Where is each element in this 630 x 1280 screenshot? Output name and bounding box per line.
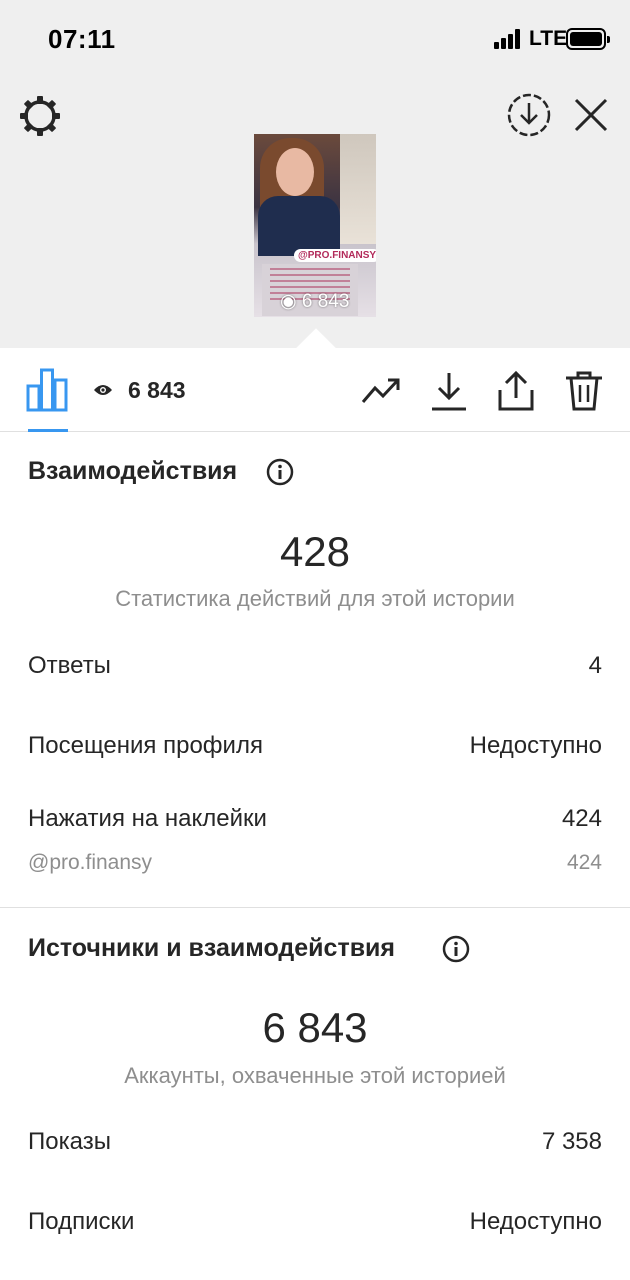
discovery-title: Источники и взаимодействия (28, 934, 395, 963)
status-time: 07:11 (48, 24, 116, 55)
battery-icon (566, 28, 606, 50)
promote-trend-icon[interactable] (360, 370, 402, 412)
eye-icon (93, 383, 113, 397)
profile-visits-value: Недоступно (470, 732, 602, 760)
reach-subtitle: Аккаунты, охваченные этой историей (0, 1063, 630, 1089)
story-preview-area: 07:11 LTE (0, 0, 630, 348)
impressions-label: Показы (28, 1128, 111, 1156)
interactions-title: Взаимодействия (28, 457, 237, 486)
trash-icon[interactable] (563, 370, 605, 412)
interactions-total: 428 (0, 528, 630, 576)
sticker-taps-label: Нажатия на наклейки (28, 805, 267, 833)
status-bar: 07:11 LTE (0, 0, 630, 80)
info-icon[interactable] (266, 458, 294, 486)
info-icon[interactable] (442, 935, 470, 963)
replies-value: 4 (589, 652, 602, 680)
follows-label: Подписки (28, 1208, 134, 1236)
section-divider (0, 907, 630, 908)
replies-label: Ответы (28, 652, 111, 680)
save-download-icon[interactable] (506, 92, 552, 138)
interactions-subtitle: Статистика действий для этой истории (0, 586, 630, 612)
network-label: LTE (529, 27, 567, 51)
profile-visits-label: Посещения профиля (28, 732, 263, 760)
bar-chart-icon[interactable] (26, 368, 68, 412)
story-toolbar: 6 843 (0, 348, 630, 432)
close-icon[interactable] (570, 94, 612, 136)
download-icon[interactable] (428, 370, 470, 412)
story-view-count: ◉ 6 843 (280, 290, 349, 313)
share-icon[interactable] (495, 370, 537, 412)
sticker-mention-value: 424 (567, 851, 602, 875)
sticker-mention-label[interactable]: @pro.finansy (28, 851, 152, 875)
follows-value: Недоступно (470, 1208, 602, 1236)
reach-total: 6 843 (0, 1004, 630, 1052)
impressions-value: 7 358 (542, 1128, 602, 1156)
active-tab-indicator (28, 429, 68, 432)
views-count: 6 843 (128, 377, 186, 404)
settings-gear-icon[interactable] (18, 94, 62, 138)
signal-icon (494, 29, 522, 49)
story-sticker-tag: @PRO.FINANSY (294, 249, 376, 262)
story-thumbnail[interactable]: @PRO.FINANSY ◉ 6 843 (254, 134, 376, 317)
sticker-taps-value: 424 (562, 805, 602, 833)
